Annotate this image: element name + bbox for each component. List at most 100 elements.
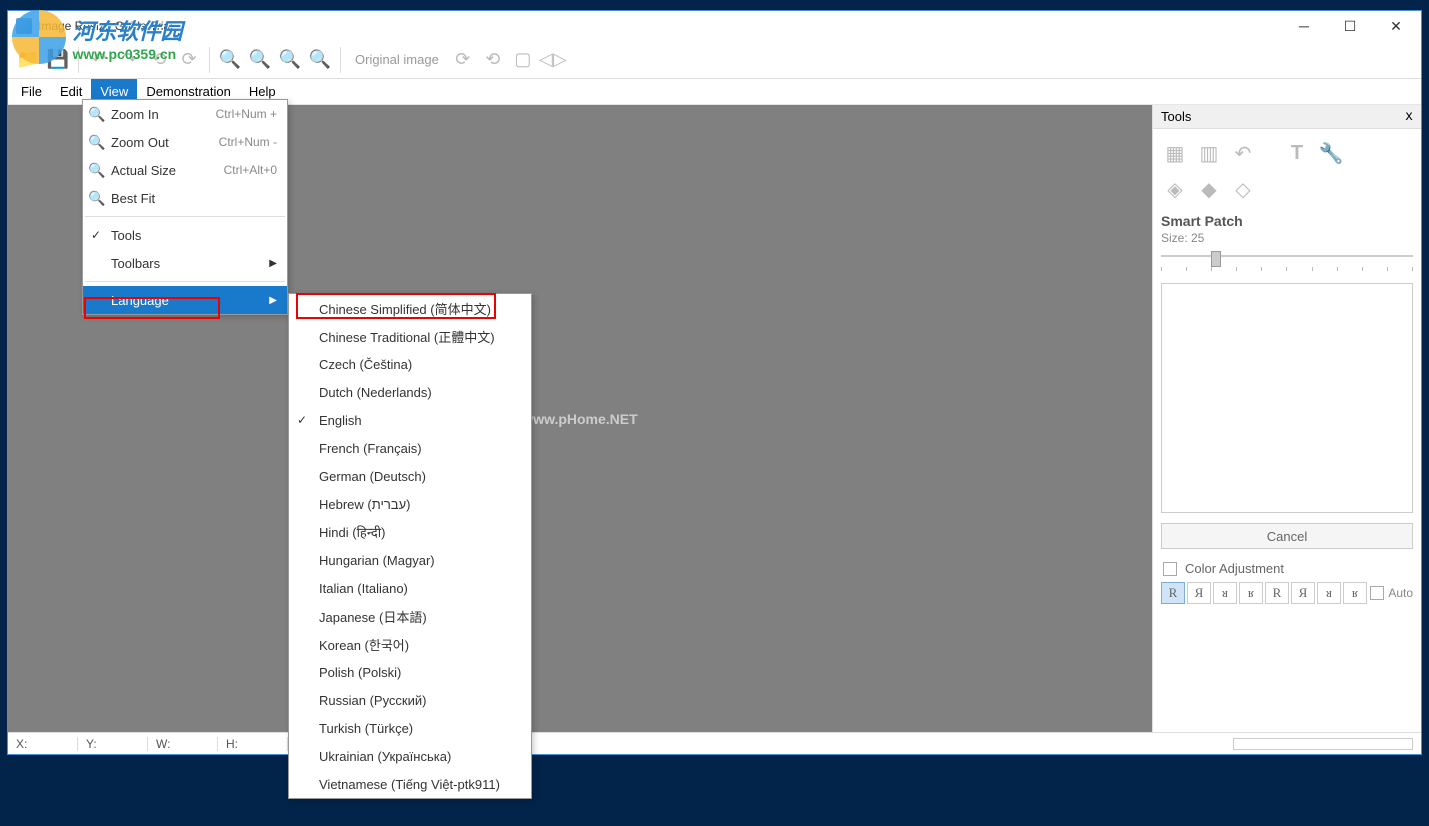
view-tools[interactable]: ✓ Tools [83,221,287,249]
tools-panel: Tools x ▦ ▥ ↶ T 🔧 ◈ ◆ ◇ Smart Patch [1152,105,1421,732]
titlebar: Image Resize Guide Trial ─ ☐ ✕ [8,11,1421,41]
view-language[interactable]: Language▶ [83,286,287,314]
close-button[interactable]: ✕ [1373,11,1419,41]
statusbar: X: Y: W: H: [8,732,1421,754]
zoom-out-icon: 🔍 [89,134,105,150]
menu-separator [85,281,285,282]
rot-r-3[interactable]: ᴚ [1213,582,1237,604]
lang-de[interactable]: German (Deutsch) [289,462,531,490]
lang-hi[interactable]: Hindi (हिन्दी) [289,518,531,546]
menu-file[interactable]: File [12,79,51,104]
app-icon [16,18,32,34]
original-image-label: Original image [347,52,447,67]
lang-tr[interactable]: Turkish (Türkçe) [289,714,531,742]
rot-r-normal[interactable]: R [1161,582,1185,604]
lang-en[interactable]: ✓ English [289,406,531,434]
zoom-out-icon[interactable]: 🔍 [246,46,274,74]
lang-ru[interactable]: Russian (Русский) [289,686,531,714]
toolbar-separator [209,47,210,73]
zoom-in-icon: 🔍 [89,106,105,122]
lang-hu[interactable]: Hungarian (Magyar) [289,546,531,574]
view-dropdown: 🔍 Zoom InCtrl+Num + 🔍 Zoom OutCtrl+Num -… [82,99,288,315]
window-title: Image Resize Guide Trial [38,19,1281,33]
view-best-fit[interactable]: 🔍 Best Fit [83,184,287,212]
zoom-in-icon[interactable]: 🔍 [216,46,244,74]
minimize-button[interactable]: ─ [1281,11,1327,41]
best-fit-icon[interactable]: 🔍 [306,46,334,74]
lang-uk[interactable]: Ukrainian (Українська) [289,742,531,770]
view-actual-size[interactable]: 🔍 Actual SizeCtrl+Alt+0 [83,156,287,184]
status-w: W: [148,737,218,751]
actual-size-icon[interactable]: 🔍 [276,46,304,74]
view-zoom-in[interactable]: 🔍 Zoom InCtrl+Num + [83,100,287,128]
lang-zh-tw[interactable]: Chinese Traditional (正體中文) [289,322,531,350]
rot-r-7[interactable]: ᴚ [1317,582,1341,604]
submenu-arrow-icon: ▶ [269,258,277,269]
tools-panel-header: Tools x [1153,105,1421,129]
preview-box [1161,283,1413,513]
flip-v-icon[interactable]: ▢ [509,46,537,74]
lang-ja[interactable]: Japanese (日本語) [289,602,531,630]
language-submenu: Chinese Simplified (简体中文) Chinese Tradit… [288,293,532,799]
rot-r-6[interactable]: Я [1291,582,1315,604]
color-adjustment-checkbox[interactable] [1163,562,1177,576]
wrench-tool-icon[interactable]: 🔧 [1317,139,1345,167]
lang-nl[interactable]: Dutch (Nederlands) [289,378,531,406]
lang-ko[interactable]: Korean (한국어) [289,630,531,658]
smart-patch-title: Smart Patch [1153,207,1421,231]
best-fit-icon: 🔍 [89,190,105,206]
lang-he[interactable]: Hebrew (עברית) [289,490,531,518]
lang-pl[interactable]: Polish (Polski) [289,658,531,686]
actual-size-icon: 🔍 [89,162,105,178]
slider-thumb[interactable] [1211,251,1221,267]
auto-row[interactable]: Auto [1370,586,1413,600]
patch-c-icon[interactable]: ◇ [1229,175,1257,203]
tools-panel-close-icon[interactable]: x [1405,109,1413,124]
rot-r-8[interactable]: ʁ [1343,582,1367,604]
color-adjustment-label: Color Adjustment [1185,561,1284,576]
rot-r-4[interactable]: ʁ [1239,582,1263,604]
toolbar-separator [78,47,79,73]
lang-fr[interactable]: French (Français) [289,434,531,462]
open-icon[interactable]: 📁 [14,46,42,74]
status-y: Y: [78,737,148,751]
lang-it[interactable]: Italian (Italiano) [289,574,531,602]
rot-r-5[interactable]: R [1265,582,1289,604]
rot-r-mirror[interactable]: Я [1187,582,1211,604]
redo-all-icon[interactable]: ⟳ [175,46,203,74]
check-icon: ✓ [297,413,307,427]
size-slider[interactable] [1153,249,1421,279]
undo-all-icon[interactable]: ⟲ [145,46,173,74]
crop-tool-icon[interactable]: ▥ [1195,139,1223,167]
submenu-arrow-icon: ▶ [269,295,277,306]
auto-checkbox[interactable] [1370,586,1384,600]
redo-icon[interactable]: ↷ [115,46,143,74]
toolbar: 📁 💾 ↶ ↷ ⟲ ⟳ 🔍 🔍 🔍 🔍 Original image ⟳ ⟲ ▢… [8,41,1421,79]
color-adjustment-row[interactable]: Color Adjustment [1153,555,1421,582]
resize-tool-icon[interactable]: ▦ [1161,139,1189,167]
rotate-left-icon[interactable]: ⟲ [479,46,507,74]
patch-b-icon[interactable]: ◆ [1195,175,1223,203]
rotation-row: R Я ᴚ ʁ R Я ᴚ ʁ Auto [1153,582,1421,604]
undo-icon[interactable]: ↶ [85,46,113,74]
undo-tool-icon[interactable]: ↶ [1229,139,1257,167]
lang-zh-cn[interactable]: Chinese Simplified (简体中文) [289,294,531,322]
view-zoom-out[interactable]: 🔍 Zoom OutCtrl+Num - [83,128,287,156]
toolbar-separator [340,47,341,73]
status-x: X: [8,737,78,751]
maximize-button[interactable]: ☐ [1327,11,1373,41]
size-label: Size: 25 [1153,231,1421,249]
lang-cs[interactable]: Czech (Čeština) [289,350,531,378]
text-tool-icon[interactable]: T [1283,139,1311,167]
save-icon[interactable]: 💾 [44,46,72,74]
rotate-right-icon[interactable]: ⟳ [449,46,477,74]
view-toolbars[interactable]: Toolbars▶ [83,249,287,277]
lang-vi[interactable]: Vietnamese (Tiếng Việt-ptk911) [289,770,531,798]
flip-h-icon[interactable]: ◁▷ [539,46,567,74]
patch-a-icon[interactable]: ◈ [1161,175,1189,203]
canvas-watermark: www.pHome.NET [522,411,637,427]
window-controls: ─ ☐ ✕ [1281,11,1419,41]
tools-panel-title: Tools [1161,109,1191,124]
cancel-button[interactable]: Cancel [1161,523,1413,549]
status-h: H: [218,737,288,751]
